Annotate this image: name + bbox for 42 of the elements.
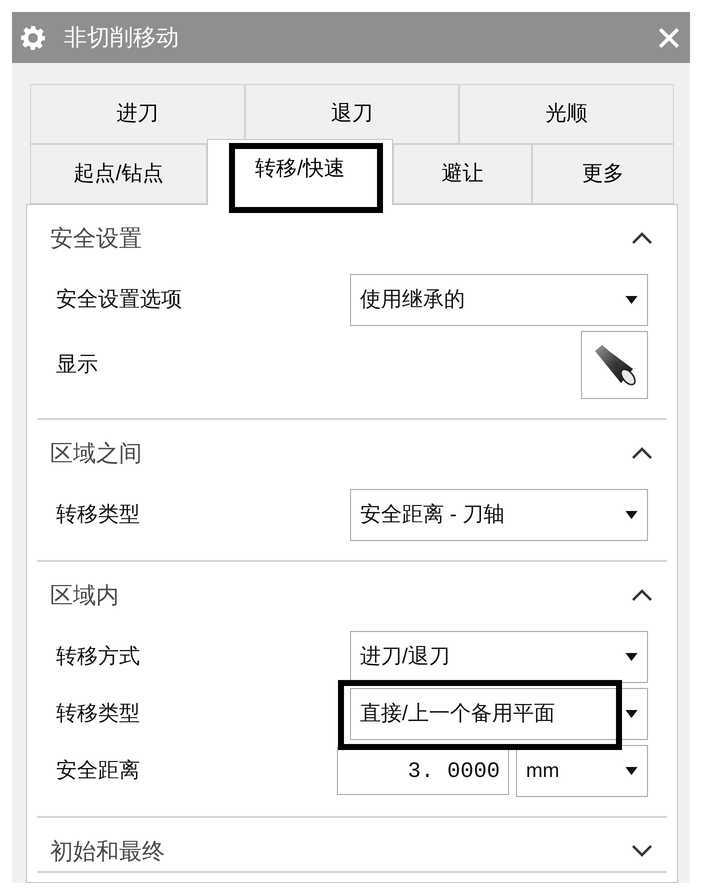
dropdown-caret-icon <box>625 653 638 661</box>
collapse-chevron-icon[interactable] <box>632 589 652 601</box>
field-label: 转移类型 <box>55 701 140 728</box>
dropdown[interactable]: 进刀/退刀 <box>350 631 648 683</box>
dropdown-value: 使用继承的 <box>360 287 465 314</box>
dropdown[interactable]: 安全距离 - 刀轴 <box>350 489 648 541</box>
dropdown-value: 直接/上一个备用平面 <box>360 701 555 728</box>
unit-dropdown[interactable]: mm <box>516 745 648 797</box>
field-label: 安全距离 <box>55 758 140 784</box>
section-title[interactable]: 初始和最终 <box>50 834 165 868</box>
tab[interactable]: 进刀 <box>30 84 245 144</box>
input-value: 3. 0000 <box>408 758 500 786</box>
dropdown-value: 进刀/退刀 <box>360 644 450 670</box>
dropdown-caret-icon <box>625 511 638 519</box>
dropdown-caret-icon <box>625 767 638 775</box>
collapse-chevron-icon[interactable] <box>632 232 652 244</box>
field-label: 安全设置选项 <box>55 287 182 314</box>
dropdown-value: 安全距离 - 刀轴 <box>360 502 505 528</box>
settings-icon[interactable] <box>20 24 46 50</box>
section-title[interactable]: 区域之间 <box>50 436 142 470</box>
expand-chevron-icon[interactable] <box>632 845 652 857</box>
field-label: 转移方式 <box>55 644 140 670</box>
flashlight-icon <box>592 343 636 387</box>
unit-value: mm <box>526 759 560 784</box>
distance-input[interactable]: 3. 0000 <box>337 747 509 795</box>
window-title: 非切削移动 <box>64 23 179 52</box>
dropdown-caret-icon <box>625 296 638 304</box>
tab[interactable]: 避让 <box>393 144 532 204</box>
tab[interactable]: 起点/钻点 <box>30 144 207 204</box>
section-title[interactable]: 区域内 <box>50 578 119 612</box>
display-button[interactable] <box>581 331 648 399</box>
collapse-chevron-icon[interactable] <box>632 447 652 459</box>
field-label: 转移类型 <box>55 502 140 528</box>
section-title[interactable]: 安全设置 <box>50 220 142 256</box>
field-label: 显示 <box>55 352 98 378</box>
close-icon[interactable] <box>658 26 680 48</box>
tab[interactable]: 光顺 <box>459 84 674 144</box>
tab[interactable]: 更多 <box>532 144 674 204</box>
dropdown[interactable]: 使用继承的 <box>350 274 648 326</box>
tab[interactable]: 退刀 <box>244 84 460 144</box>
dropdown-caret-icon <box>625 710 638 718</box>
dropdown[interactable]: 直接/上一个备用平面 <box>350 688 648 740</box>
